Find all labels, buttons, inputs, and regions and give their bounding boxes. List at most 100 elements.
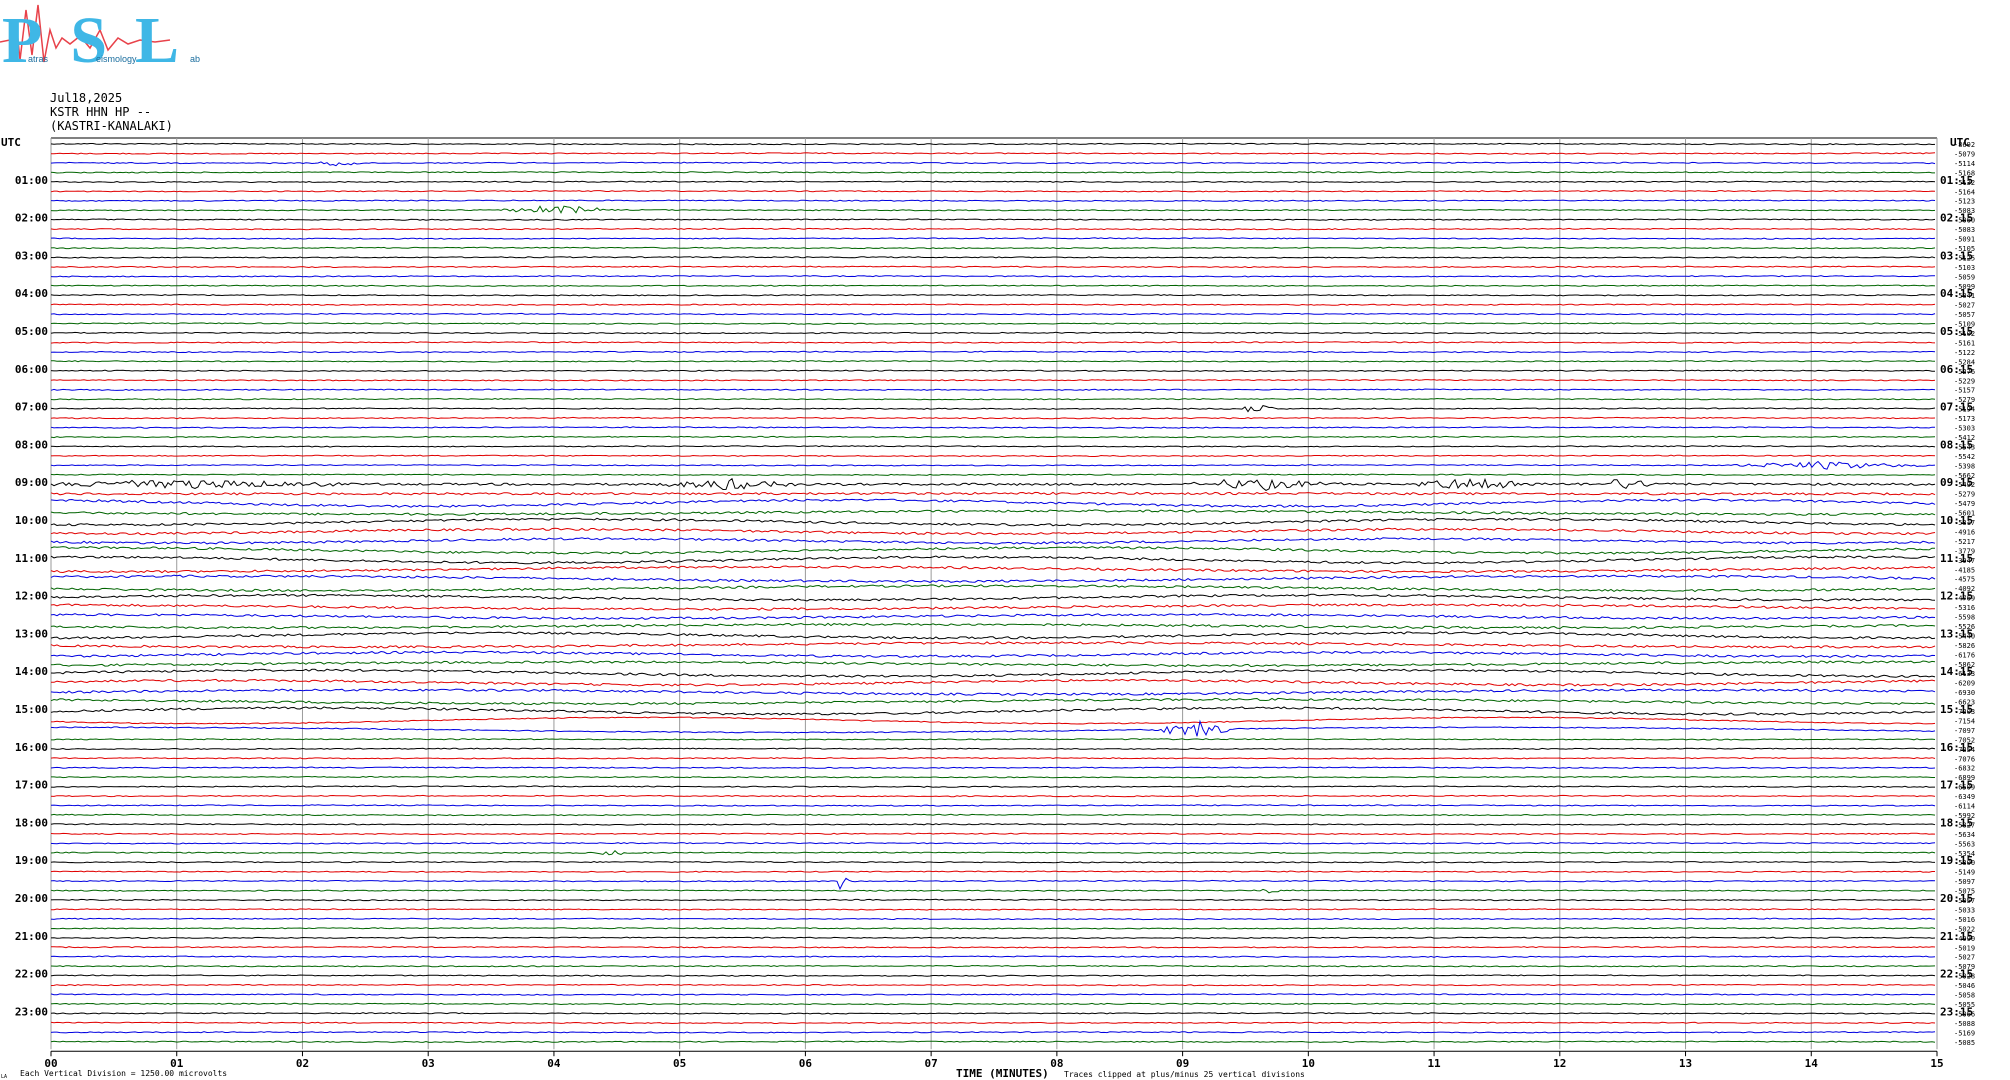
seismic-trace xyxy=(50,537,1936,545)
seismic-trace xyxy=(50,650,1936,658)
hour-label-left: 18:00 xyxy=(15,816,48,829)
seismic-trace xyxy=(50,284,1936,287)
trace-offset-value: -5492 xyxy=(1954,481,1975,489)
trace-offset-value: -7203 xyxy=(1954,708,1975,716)
seismic-trace xyxy=(50,757,1936,760)
seismic-trace xyxy=(50,565,1936,574)
trace-offset-value: -5168 xyxy=(1954,169,1975,177)
seismic-trace xyxy=(50,491,1936,496)
trace-offset-value: -5060 xyxy=(1954,217,1975,225)
seismic-trace xyxy=(50,331,1936,335)
hour-label-left: 19:00 xyxy=(15,854,48,867)
seismic-trace xyxy=(50,350,1936,354)
seismic-trace xyxy=(50,397,1936,401)
trace-offset-value: -5057 xyxy=(1954,311,1975,319)
utc-label-left: UTC xyxy=(1,136,21,149)
trace-offset-value: -5862 xyxy=(1954,661,1975,669)
trace-offset-value: -3947 xyxy=(1954,557,1975,565)
seismic-trace xyxy=(50,603,1935,611)
corner-mark: LA xyxy=(1,1074,7,1080)
trace-offset-value: -5279 xyxy=(1954,491,1975,499)
trace-offset-value: -5662 xyxy=(1954,472,1975,480)
seismic-trace xyxy=(50,312,1936,316)
seismic-trace xyxy=(50,1012,1936,1015)
clip-note: Traces clipped at plus/minus 25 vertical… xyxy=(1064,1070,1305,1079)
x-tick-label: 08 xyxy=(1050,1057,1063,1070)
seismic-trace xyxy=(50,983,1936,987)
seismic-trace xyxy=(50,190,1936,193)
trace-offset-value: -4916 xyxy=(1954,528,1975,536)
trace-offset-value: -5027 xyxy=(1954,302,1975,310)
trace-offset-value: -7076 xyxy=(1954,755,1975,763)
hour-label-left: 13:00 xyxy=(15,627,48,640)
trace-offset-value: -3779 xyxy=(1954,547,1975,555)
x-axis-label: TIME (MINUTES) xyxy=(956,1067,1049,1080)
seismic-trace xyxy=(50,870,1935,873)
x-tick-label: 12 xyxy=(1553,1057,1566,1070)
x-tick-label: 05 xyxy=(673,1057,686,1070)
trace-offset-value: -5276 xyxy=(1954,368,1975,376)
hour-label-left: 03:00 xyxy=(15,249,48,262)
helicorder-chart: UTC UTC01:00 01:1502:00 02:1503:00 03:1504:0… xyxy=(1,136,1975,1080)
trace-offset-value: -5058 xyxy=(1954,992,1975,1000)
seismic-trace xyxy=(50,697,1936,706)
seismic-trace xyxy=(50,946,1936,949)
hour-label-left: 14:00 xyxy=(15,665,48,678)
trace-offset-value: -5088 xyxy=(1954,1020,1975,1028)
hour-label-left: 10:00 xyxy=(15,514,48,527)
seismic-trace xyxy=(50,804,1936,807)
trace-offset-value: -5099 xyxy=(1954,283,1975,291)
trace-offset-value: -5105 xyxy=(1954,245,1975,253)
seismic-trace xyxy=(50,688,1936,696)
x-tick-label: 03 xyxy=(422,1057,435,1070)
trace-offset-value: -5440 xyxy=(1954,632,1975,640)
seismic-trace xyxy=(50,1021,1936,1025)
trace-offset-value: -5229 xyxy=(1954,377,1975,385)
hour-label-left: 11:00 xyxy=(15,552,48,565)
seismic-trace xyxy=(50,908,1936,911)
seismic-trace xyxy=(50,341,1936,344)
trace-offset-value: -5300 xyxy=(1954,859,1975,867)
trace-offset-value: -5027 xyxy=(1954,954,1975,962)
hour-label-left: 23:00 xyxy=(15,1005,48,1018)
trace-offset-value: -5022 xyxy=(1954,925,1975,933)
seismic-trace xyxy=(50,405,1936,413)
seismic-trace xyxy=(50,622,1936,630)
seismic-trace xyxy=(50,849,1936,856)
seismic-trace xyxy=(50,460,1936,470)
seismic-trace xyxy=(51,738,1936,741)
seismic-trace xyxy=(50,1040,1936,1043)
seismic-trace xyxy=(50,794,1936,798)
seismic-trace xyxy=(50,498,1936,508)
trace-offset-value: -7097 xyxy=(1954,727,1975,735)
x-tick-label: 04 xyxy=(547,1057,561,1070)
hour-label-left: 09:00 xyxy=(15,476,48,489)
hour-label-left: 20:00 xyxy=(15,892,48,905)
seismic-trace xyxy=(50,303,1936,306)
trace-offset-value: -8692 xyxy=(1954,141,1975,149)
seismic-trace xyxy=(50,964,1936,968)
seismic-trace xyxy=(50,706,1936,716)
trace-offset-value: -5122 xyxy=(1954,349,1975,357)
trace-offset-value: -6899 xyxy=(1954,774,1975,782)
seismic-trace xyxy=(50,888,1935,894)
hour-label-left: 02:00 xyxy=(15,212,48,225)
seismic-trace xyxy=(50,555,1936,565)
trace-offset-value: -5598 xyxy=(1954,614,1975,622)
seismic-trace xyxy=(50,813,1936,817)
trace-offset-value: -5125 xyxy=(1954,254,1975,262)
trace-offset-value: -5114 xyxy=(1954,160,1975,168)
hour-label-left: 17:00 xyxy=(15,779,48,792)
trace-offset-value: -5016 xyxy=(1954,916,1975,924)
trace-offset-value: -5194 xyxy=(1954,406,1975,414)
trace-offset-value: -5164 xyxy=(1954,188,1975,196)
seismic-trace xyxy=(50,454,1936,458)
trace-offset-value: -5057 xyxy=(1954,897,1975,905)
seismic-trace xyxy=(50,955,1936,958)
hour-label-left: 21:00 xyxy=(15,930,48,943)
trace-offset-value: -5019 xyxy=(1954,944,1975,952)
seismic-trace xyxy=(50,860,1936,864)
x-tick-label: 11 xyxy=(1427,1057,1441,1070)
trace-offset-value: -5079 xyxy=(1954,963,1975,971)
trace-offset-value: -6623 xyxy=(1954,699,1975,707)
